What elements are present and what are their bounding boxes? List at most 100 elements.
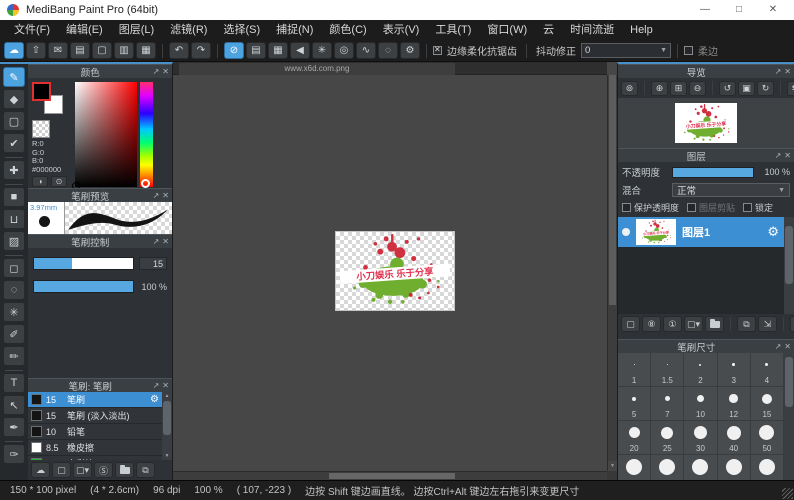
brush-size-cell[interactable]: 12	[718, 387, 751, 421]
navigator-preview-area[interactable]	[618, 98, 794, 148]
navigator-thumbnail[interactable]	[675, 103, 737, 143]
brush-list-item[interactable]: 8.5橡皮擦	[28, 440, 162, 456]
publish-button[interactable]: ⇧	[26, 42, 46, 59]
brush-tool[interactable]: ✎	[3, 67, 25, 87]
menu-item-8[interactable]: 工具(T)	[427, 20, 479, 40]
duplicate-layer-button[interactable]: ⧉	[737, 316, 756, 332]
operation-tool[interactable]: ↖	[3, 395, 25, 415]
maximize-button[interactable]: □	[722, 1, 756, 19]
palette-button[interactable]: ⊙	[51, 176, 67, 187]
canvas-horizontal-scrollbar[interactable]	[173, 471, 607, 480]
eyedropper-tool[interactable]: ✒	[3, 417, 25, 437]
snap-settings-button[interactable]: ⚙	[400, 42, 420, 59]
select-eraser-tool[interactable]: ✏	[3, 346, 25, 366]
new-document-button[interactable]: ▢	[92, 42, 112, 59]
cloud-brush-button[interactable]: ☁	[31, 462, 50, 478]
brush-list-scrollbar[interactable]: ▲ ▼	[162, 392, 172, 460]
brush-size-cell[interactable]: 25	[651, 421, 684, 455]
brush-list-item[interactable]: 15笔刷 (淡入淡出)	[28, 408, 162, 424]
lock-option[interactable]: 锁定	[743, 201, 773, 214]
snap-ellipse-button[interactable]: ◌	[378, 42, 398, 59]
color-wheel-button[interactable]: ◑	[32, 176, 48, 187]
snap-vanishing-point-button[interactable]: ◀	[290, 42, 310, 59]
close-icon[interactable]: ✕	[784, 67, 791, 76]
brush-size-scrollbar[interactable]	[784, 353, 794, 480]
brush-size-cell[interactable]: 3	[718, 353, 751, 387]
brush-size-cell[interactable]: 30	[684, 421, 717, 455]
lasso-tool[interactable]: ◌	[3, 280, 25, 300]
protect-alpha-checkbox[interactable]	[622, 203, 631, 212]
merge-layer-button[interactable]: ⇲	[758, 316, 777, 332]
comment-button[interactable]: ✉	[48, 42, 68, 59]
add-brush-menu-button[interactable]: ▢▾	[73, 462, 92, 478]
close-icon[interactable]: ✕	[162, 67, 169, 76]
menu-item-5[interactable]: 捕捉(N)	[268, 20, 321, 40]
layer-blend-dropdown[interactable]: 正常 ▼	[672, 183, 790, 197]
snap-concentric-button[interactable]: ◎	[334, 42, 354, 59]
scrollbar-thumb[interactable]	[329, 473, 455, 479]
brush-size-value[interactable]: 15	[139, 257, 167, 270]
brush-list-item[interactable]: 15笔刷⚙	[28, 392, 162, 408]
popout-icon[interactable]: ↗	[775, 342, 782, 351]
brush-size-cell[interactable]: 40	[718, 421, 751, 455]
canvas-document[interactable]	[335, 231, 455, 311]
magic-wand-tool[interactable]: ✳	[3, 302, 25, 322]
close-icon[interactable]: ✕	[162, 191, 169, 200]
protect-alpha-option[interactable]: 保护透明度	[622, 201, 679, 214]
add-brush-button[interactable]: ▢	[52, 462, 71, 478]
material-button[interactable]: ▦	[136, 42, 156, 59]
layer-folder-button[interactable]	[705, 316, 724, 332]
brush-size-cell[interactable]: 1.5	[651, 353, 684, 387]
zoom-out-button[interactable]: ⊖	[689, 81, 706, 96]
close-icon[interactable]: ✕	[162, 381, 169, 390]
undo-button[interactable]: ↶	[169, 42, 189, 59]
menu-item-0[interactable]: 文件(F)	[6, 20, 58, 40]
redo-button[interactable]: ↷	[191, 42, 211, 59]
menu-item-2[interactable]: 图层(L)	[111, 20, 162, 40]
menu-item-1[interactable]: 编辑(E)	[58, 20, 111, 40]
brush-size-cell[interactable]	[718, 455, 751, 480]
sv-cursor[interactable]	[72, 182, 80, 188]
menu-item-9[interactable]: 窗口(W)	[479, 20, 535, 40]
foreground-color-swatch[interactable]	[32, 82, 51, 101]
brush-size-cell[interactable]: 5	[618, 387, 651, 421]
brush-size-cell[interactable]	[651, 455, 684, 480]
fit-window-button[interactable]: ⊞	[670, 81, 687, 96]
menu-item-3[interactable]: 滤镜(R)	[162, 20, 215, 40]
reset-rotation-button[interactable]: ▣	[738, 81, 755, 96]
snap-grid-button[interactable]: ▦	[268, 42, 288, 59]
close-button[interactable]: ✕	[756, 1, 790, 19]
hue-cursor[interactable]	[141, 179, 150, 188]
menu-item-7[interactable]: 表示(V)	[375, 20, 428, 40]
delete-layer-button[interactable]	[790, 316, 794, 332]
close-icon[interactable]: ✕	[784, 342, 791, 351]
flip-horizontal-button[interactable]: ⇆	[787, 81, 794, 96]
form-button[interactable]: ▥	[114, 42, 134, 59]
scrollbar-thumb[interactable]	[785, 226, 793, 284]
popout-icon[interactable]: ↗	[775, 151, 782, 160]
hue-slider[interactable]	[140, 82, 153, 187]
dot-pen-tool[interactable]: ▢	[3, 111, 25, 131]
brush-size-cell[interactable]: 20	[618, 421, 651, 455]
saturation-value-picker[interactable]	[75, 82, 137, 187]
brush-size-cell[interactable]: 1	[618, 353, 651, 387]
snap-parallel-button[interactable]: ▤	[246, 42, 266, 59]
zoom-actual-button[interactable]: ⊚	[621, 81, 638, 96]
popout-icon[interactable]: ↗	[153, 67, 160, 76]
minimize-button[interactable]: —	[688, 1, 722, 19]
resize-grip-icon[interactable]	[782, 488, 793, 499]
menu-item-10[interactable]: 云	[535, 20, 562, 40]
text-tool[interactable]: T	[3, 373, 25, 393]
pen-tool[interactable]: ✑	[3, 444, 25, 464]
control-point-tool[interactable]: ✔	[3, 133, 25, 153]
menu-item-12[interactable]: Help	[622, 20, 661, 40]
antialias-checkbox[interactable]	[433, 46, 442, 55]
canvas-tab[interactable]: www.x6d.com.png	[179, 63, 455, 75]
duplicate-brush-button[interactable]: ⧉	[136, 462, 155, 478]
scrollbar-thumb[interactable]	[785, 357, 793, 407]
brush-size-cell[interactable]: 2	[684, 353, 717, 387]
menu-item-4[interactable]: 选择(S)	[215, 20, 268, 40]
popout-icon[interactable]: ↗	[153, 237, 160, 246]
brush-size-cell[interactable]: 7	[651, 387, 684, 421]
layer-list-scrollbar[interactable]	[784, 217, 794, 314]
